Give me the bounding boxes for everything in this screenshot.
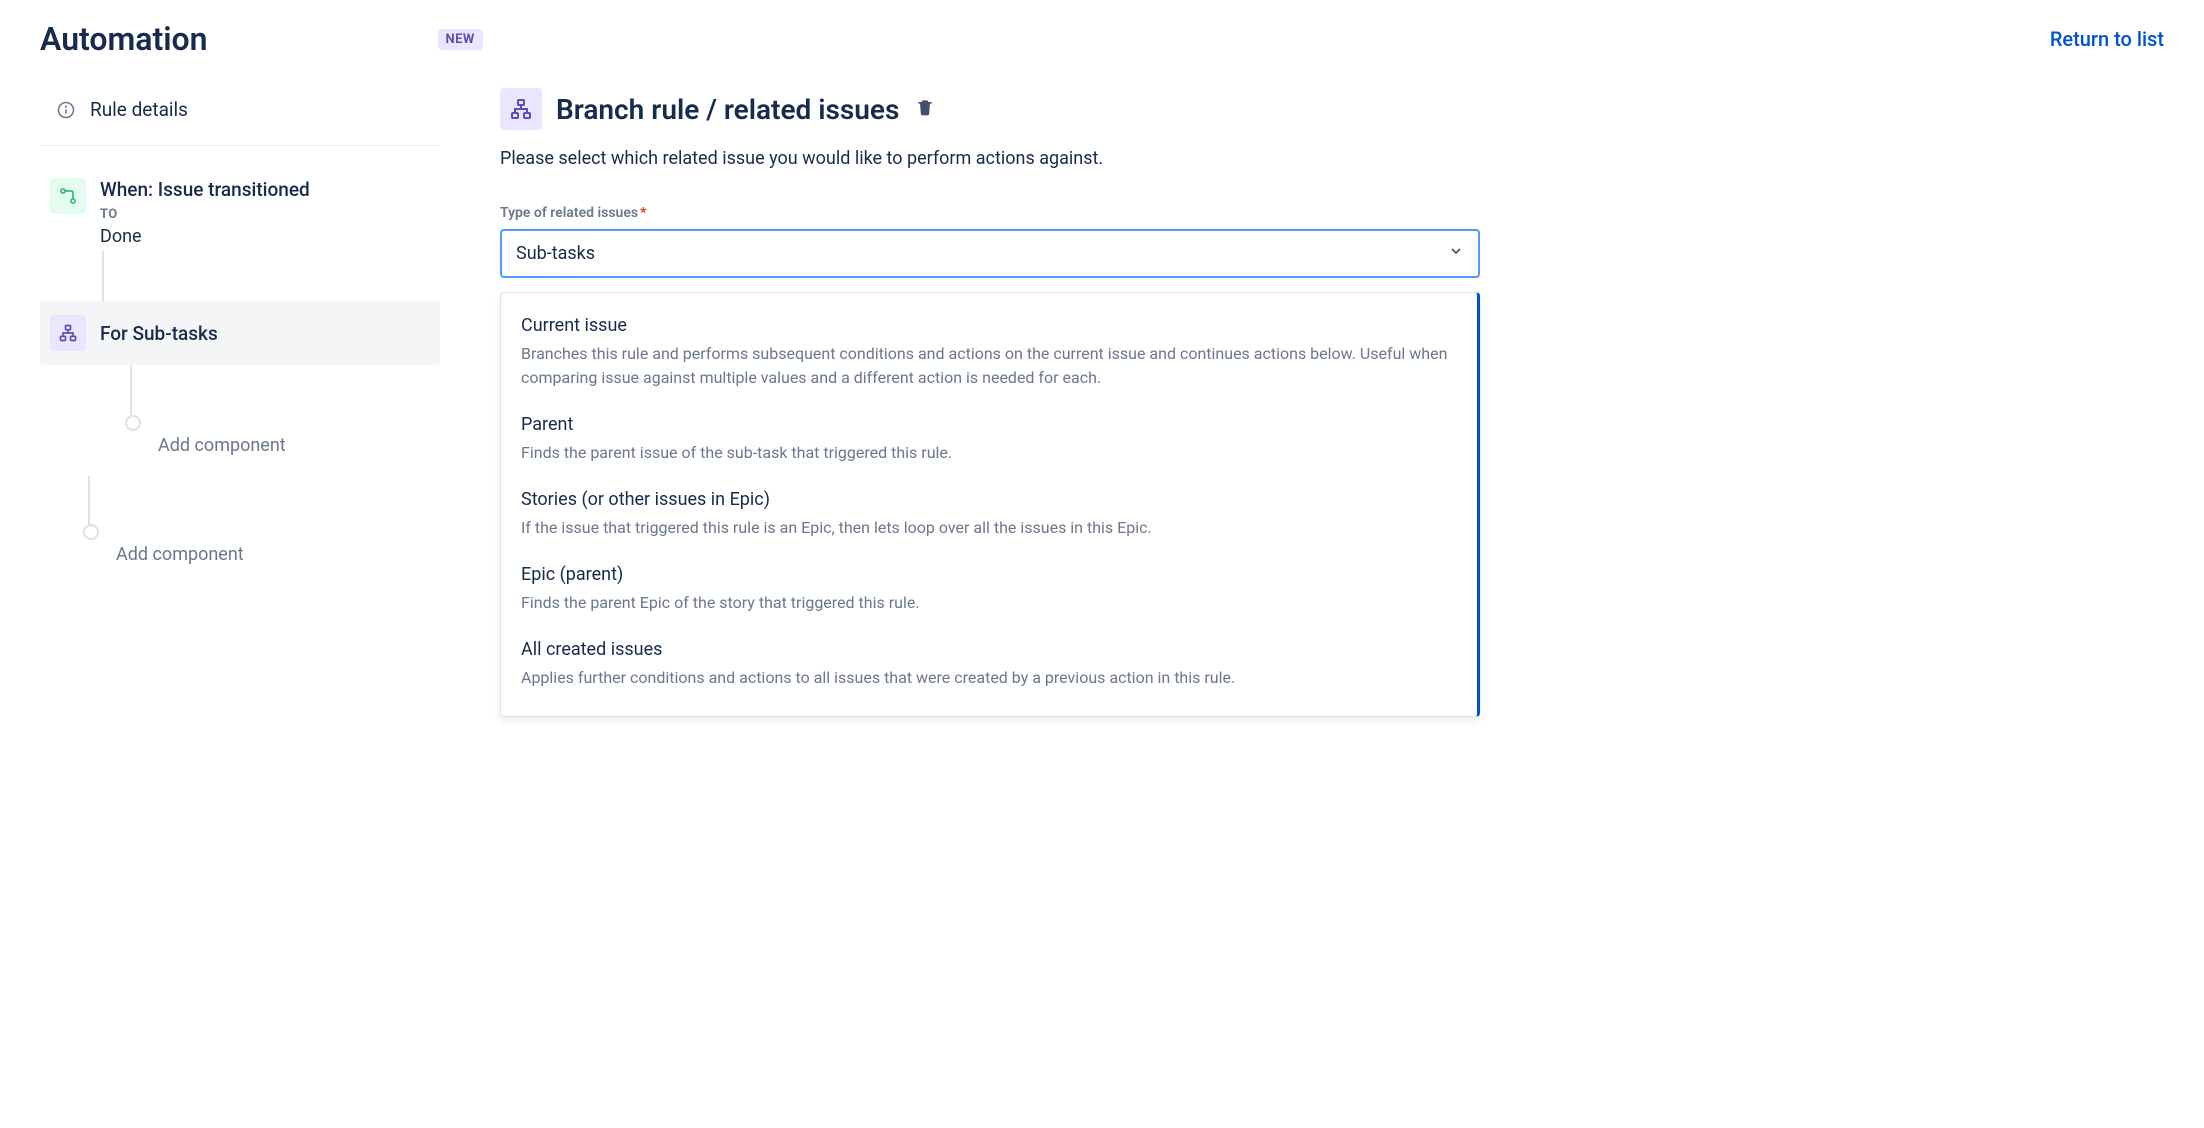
main-panel: Branch rule / related issues Please sele… [500, 88, 1480, 717]
option-desc: Finds the parent Epic of the story that … [521, 591, 1457, 615]
chevron-down-icon [1448, 243, 1464, 264]
required-indicator: * [640, 205, 646, 221]
option-title: Stories (or other issues in Epic) [521, 489, 1457, 510]
delete-icon[interactable] [915, 97, 935, 121]
related-issue-type-select[interactable]: Sub-tasks [500, 229, 1480, 278]
add-component-outer-button[interactable]: Add component [76, 544, 440, 565]
return-to-list-link[interactable]: Return to list [2050, 27, 2164, 51]
branch-item[interactable]: For Sub-tasks [40, 301, 440, 365]
branch-icon [500, 88, 542, 130]
option-desc: Branches this rule and performs subseque… [521, 342, 1457, 390]
add-component-label: Add component [158, 435, 286, 456]
trigger-sub-label: TO [100, 207, 310, 222]
page-title: Automation [40, 20, 208, 58]
option-title: All created issues [521, 639, 1457, 660]
trigger-value: Done [100, 226, 310, 247]
option-desc: If the issue that triggered this rule is… [521, 516, 1457, 540]
new-badge: NEW [438, 29, 483, 50]
dropdown-panel: Current issue Branches this rule and per… [500, 292, 1480, 717]
option-all-created-issues[interactable]: All created issues Applies further condi… [501, 625, 1477, 700]
option-epic-parent[interactable]: Epic (parent) Finds the parent Epic of t… [501, 550, 1477, 625]
rule-details-item[interactable]: Rule details [40, 88, 440, 146]
header-left: Automation NEW [40, 20, 483, 58]
option-desc: Applies further conditions and actions t… [521, 666, 1457, 690]
option-stories-in-epic[interactable]: Stories (or other issues in Epic) If the… [501, 475, 1477, 550]
option-title: Current issue [521, 315, 1457, 336]
option-current-issue[interactable]: Current issue Branches this rule and per… [501, 301, 1477, 400]
option-desc: Finds the parent issue of the sub-task t… [521, 441, 1457, 465]
add-component-inner-button[interactable]: Add component [118, 435, 440, 456]
connector [88, 476, 440, 534]
connector [130, 365, 440, 425]
header-row: Automation NEW Return to list [40, 20, 2164, 58]
option-title: Parent [521, 414, 1457, 435]
main-description: Please select which related issue you wo… [500, 148, 1480, 169]
field-label: Type of related issues* [500, 205, 1480, 221]
option-title: Epic (parent) [521, 564, 1457, 585]
trigger-item[interactable]: When: Issue transitioned TO Done [40, 174, 440, 251]
branch-icon [50, 315, 86, 351]
connector [102, 251, 440, 301]
main-heading: Branch rule / related issues [556, 93, 899, 126]
info-icon [56, 100, 76, 120]
branch-label: For Sub-tasks [100, 322, 218, 345]
sidebar: Rule details When: Issue transitioned TO… [40, 88, 440, 717]
add-component-label: Add component [116, 544, 244, 565]
select-value: Sub-tasks [516, 243, 595, 264]
transition-icon [50, 178, 86, 214]
trigger-title: When: Issue transitioned [100, 178, 310, 201]
rule-details-label: Rule details [90, 98, 188, 121]
option-parent[interactable]: Parent Finds the parent issue of the sub… [501, 400, 1477, 475]
